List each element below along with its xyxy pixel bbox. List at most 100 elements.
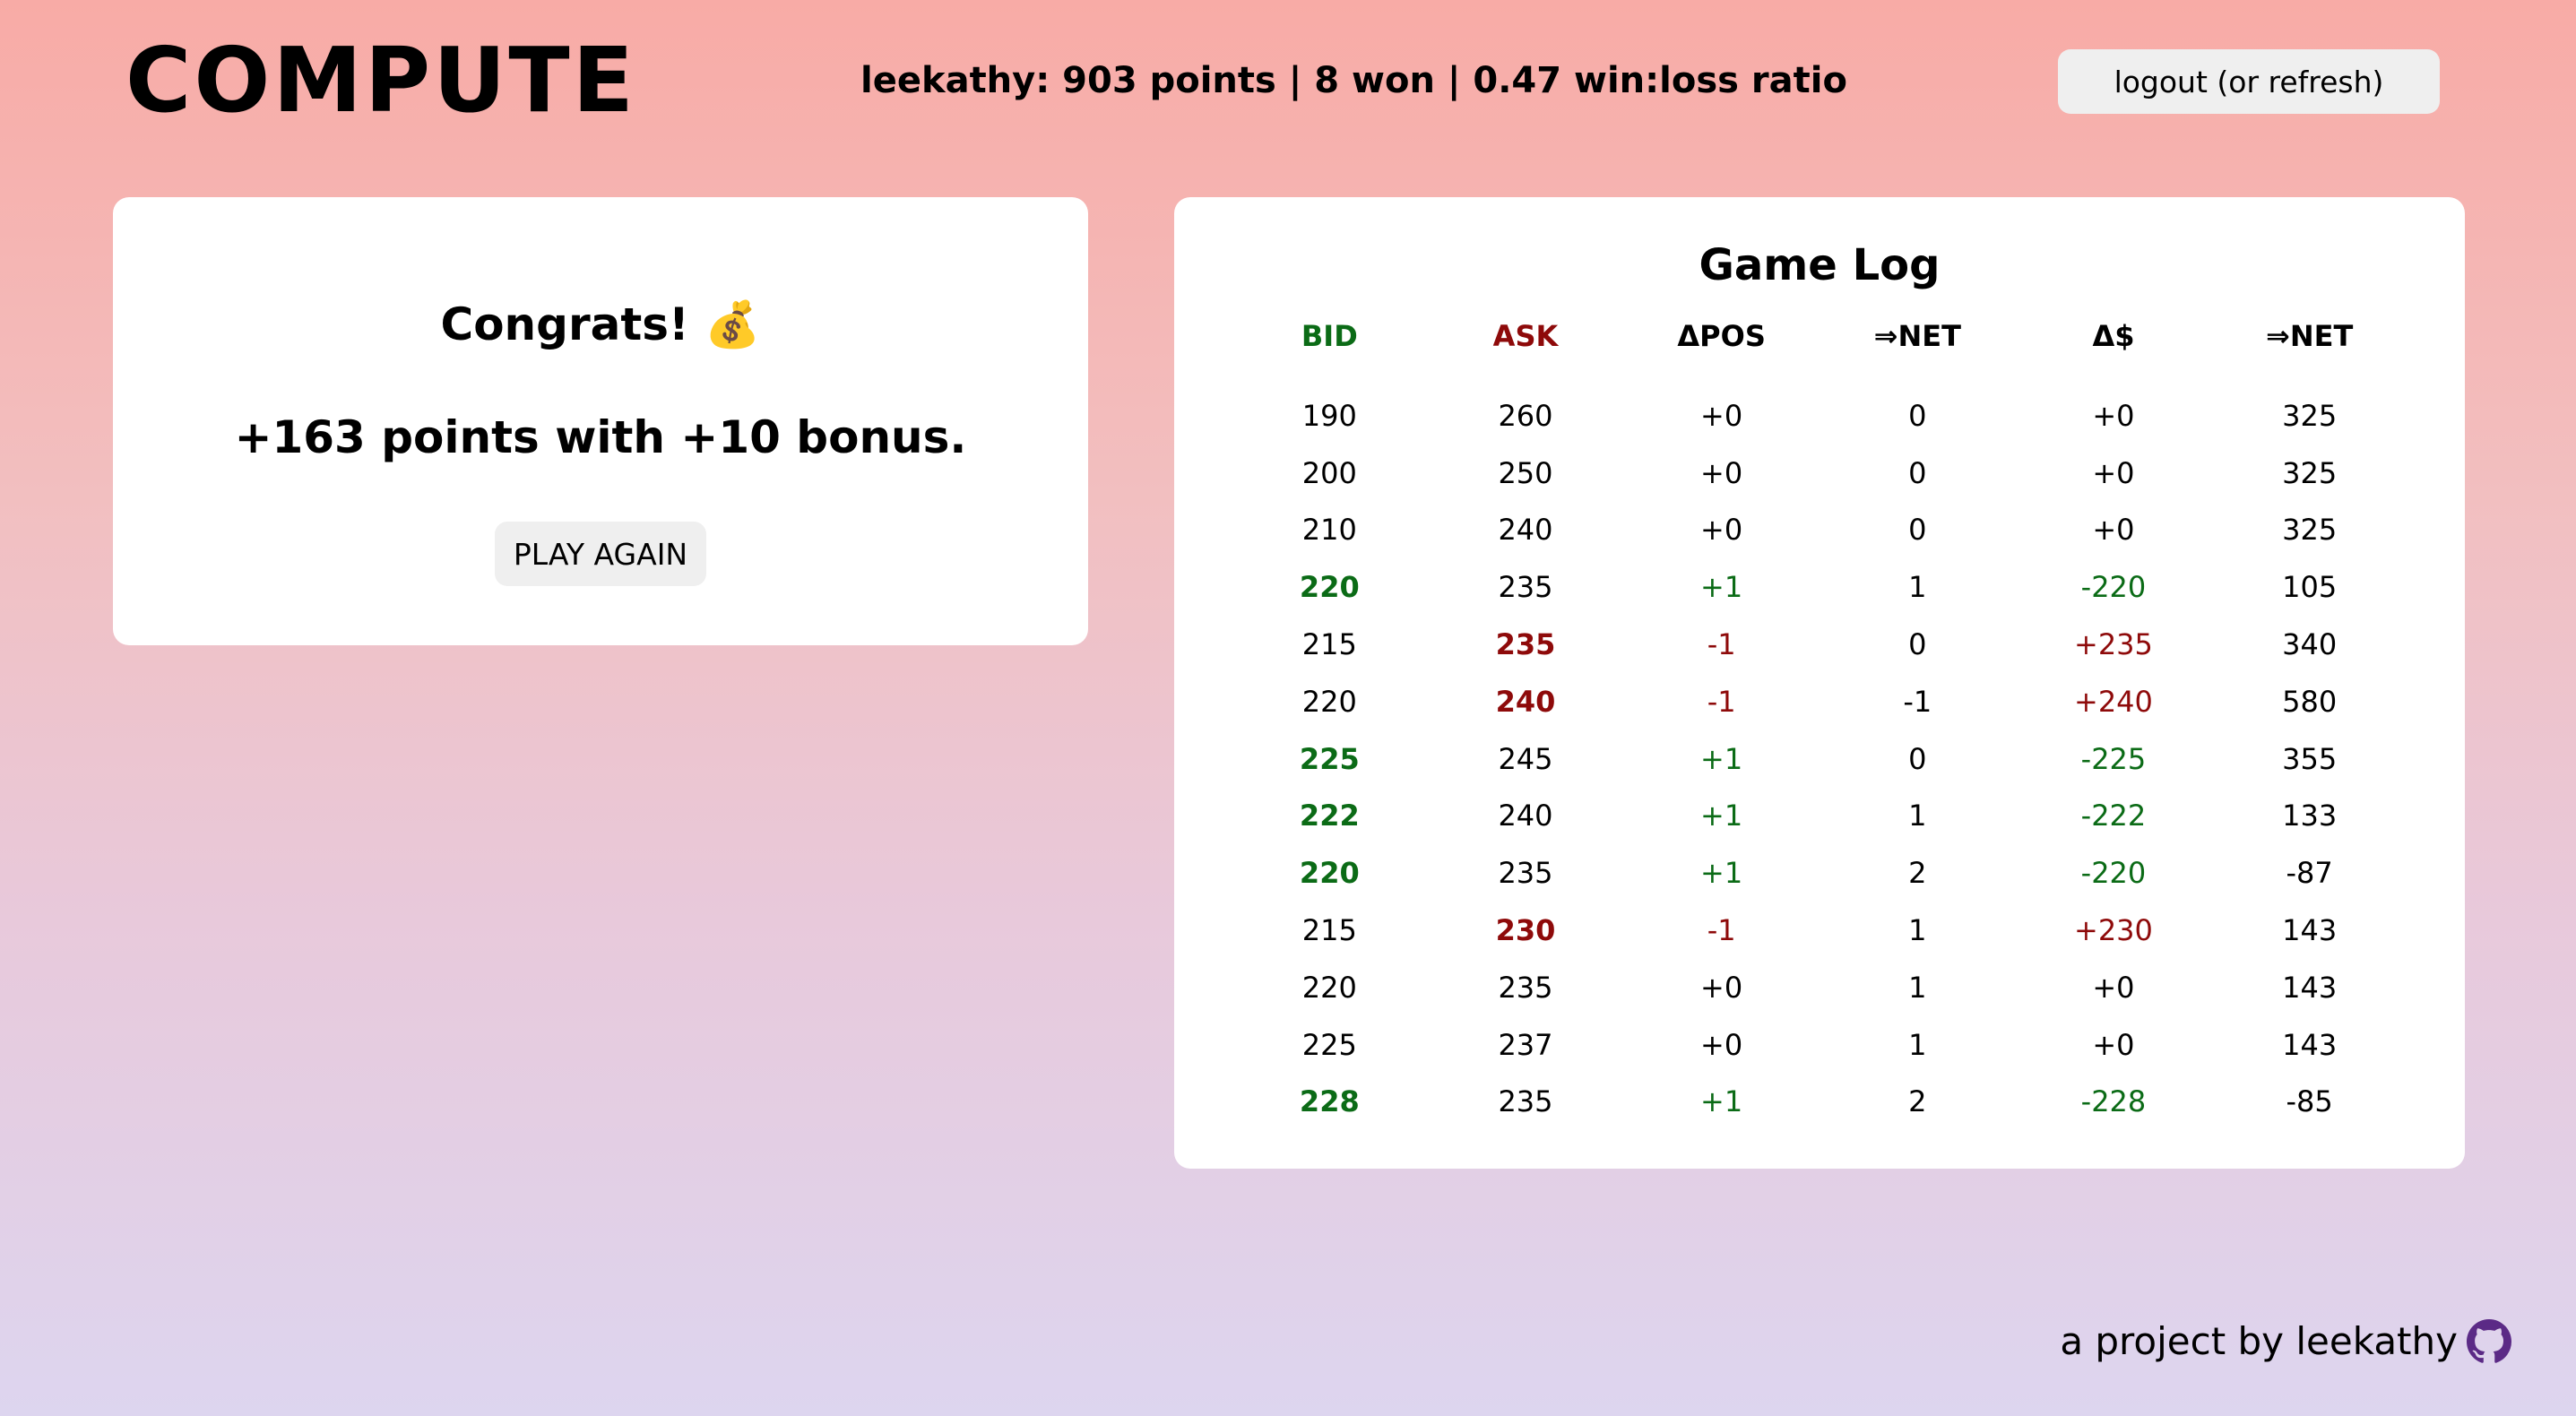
net-position-cell: 0	[1908, 455, 1927, 490]
net-cash-cell: 355	[2282, 741, 2338, 776]
game-log-card: Game Log BID ASK ΔPOS ⇒NET Δ$ ⇒NET 190 26…	[1174, 197, 2465, 1169]
ask-cell: 240	[1498, 799, 1553, 833]
delta-cash-cell: +0	[2092, 1027, 2135, 1062]
bid-cell: 215	[1301, 913, 1357, 948]
delta-cash-cell: -220	[2080, 570, 2147, 605]
delta-position-cell: +1	[1700, 1084, 1743, 1119]
bid-cell: 200	[1301, 455, 1357, 490]
delta-cash-cell: -225	[2080, 741, 2147, 776]
net-cash-cell: 133	[2282, 799, 2338, 833]
column-header-delta-cash: Δ$	[2092, 319, 2135, 353]
play-again-button[interactable]: PLAY AGAIN	[495, 522, 706, 586]
net-position-cell: -1	[1903, 684, 1932, 719]
net-cash-cell: 325	[2282, 513, 2338, 548]
delta-position-cell: +1	[1700, 799, 1743, 833]
net-cash-cell: -85	[2286, 1084, 2333, 1119]
game-log-row: 215 235 -1 0 +235 340	[1232, 616, 2407, 673]
delta-position-cell: -1	[1707, 627, 1736, 662]
ask-cell: 235	[1498, 856, 1553, 891]
bid-cell: 220	[1301, 970, 1357, 1005]
delta-cash-cell: +230	[2074, 913, 2153, 948]
game-log-row: 220 235 +1 2 -220 -87	[1232, 844, 2407, 902]
delta-cash-cell: -222	[2080, 799, 2147, 833]
delta-cash-cell: +0	[2092, 398, 2135, 433]
bid-cell: 222	[1299, 799, 1360, 833]
app-title: COMPUTE	[125, 28, 636, 133]
delta-position-cell: +1	[1700, 856, 1743, 891]
net-cash-cell: 325	[2282, 455, 2338, 490]
congrats-message: Congrats! 💰	[440, 298, 761, 350]
net-cash-cell: 105	[2282, 570, 2338, 605]
game-log-row: 225 245 +1 0 -225 355	[1232, 730, 2407, 788]
game-log-row: 228 235 +1 2 -228 -85	[1232, 1074, 2407, 1131]
game-log-row: 225 237 +0 1 +0 143	[1232, 1016, 2407, 1074]
net-cash-cell: 325	[2282, 398, 2338, 433]
delta-cash-cell: +235	[2074, 627, 2153, 662]
ask-cell: 230	[1495, 913, 1556, 948]
ask-cell: 235	[1498, 570, 1553, 605]
ask-cell: 235	[1498, 1084, 1553, 1119]
column-header-ask: ASK	[1492, 319, 1559, 353]
game-log-row: 222 240 +1 1 -222 133	[1232, 788, 2407, 845]
net-position-cell: 0	[1908, 513, 1927, 548]
bid-cell: 228	[1299, 1084, 1360, 1119]
net-cash-cell: 580	[2282, 684, 2338, 719]
delta-cash-cell: +0	[2092, 513, 2135, 548]
delta-position-cell: +0	[1700, 513, 1743, 548]
column-header-delta-position: ΔPOS	[1677, 319, 1766, 353]
net-cash-cell: 340	[2282, 627, 2338, 662]
delta-cash-cell: +0	[2092, 970, 2135, 1005]
ask-cell: 240	[1495, 684, 1556, 719]
delta-cash-cell: -220	[2080, 856, 2147, 891]
points-earned: +163 points with +10 bonus.	[234, 411, 967, 463]
delta-position-cell: +0	[1700, 1027, 1743, 1062]
delta-position-cell: +0	[1700, 970, 1743, 1005]
bid-cell: 220	[1299, 570, 1360, 605]
delta-cash-cell: +240	[2074, 684, 2153, 719]
net-position-cell: 1	[1908, 1027, 1927, 1062]
net-position-cell: 0	[1908, 741, 1927, 776]
ask-cell: 245	[1498, 741, 1553, 776]
github-icon[interactable]	[2467, 1319, 2511, 1364]
footer-credit: a project by leekathy	[2060, 1316, 2511, 1368]
net-position-cell: 1	[1908, 913, 1927, 948]
bid-cell: 225	[1299, 741, 1360, 776]
bid-cell: 215	[1301, 627, 1357, 662]
delta-position-cell: +0	[1700, 455, 1743, 490]
user-stats: leekathy: 903 points | 8 won | 0.47 win:…	[860, 60, 1847, 101]
net-position-cell: 1	[1908, 570, 1927, 605]
delta-position-cell: -1	[1707, 913, 1736, 948]
ask-cell: 240	[1498, 513, 1553, 548]
game-log-row: 215 230 -1 1 +230 143	[1232, 902, 2407, 959]
bid-cell: 190	[1301, 398, 1357, 433]
game-log-row: 220 235 +1 1 -220 105	[1232, 558, 2407, 616]
net-position-cell: 2	[1908, 1084, 1927, 1119]
net-cash-cell: 143	[2282, 970, 2338, 1005]
ask-cell: 250	[1498, 455, 1553, 490]
result-card: Congrats! 💰 +163 points with +10 bonus. …	[113, 197, 1088, 645]
delta-cash-cell: +0	[2092, 455, 2135, 490]
net-position-cell: 1	[1908, 970, 1927, 1005]
game-log-title: Game Log	[1699, 240, 1941, 290]
net-position-cell: 2	[1908, 856, 1927, 891]
net-position-cell: 0	[1908, 398, 1927, 433]
delta-cash-cell: -228	[2080, 1084, 2147, 1119]
game-log-body: 190 260 +0 0 +0 325 200 250 +0 0 +0 325 2 1 0 240 +0 0 +0 3…	[1232, 367, 2407, 1130]
game-log-row: 190 260 +0 0 +0 325	[1232, 367, 2407, 445]
ask-cell: 260	[1498, 398, 1553, 433]
net-cash-cell: 143	[2282, 1027, 2338, 1062]
game-log-table: BID ASK ΔPOS ⇒NET Δ$ ⇒NET 190 260 +0 0 +0 325…	[1232, 305, 2407, 1130]
game-log-row: 220 240 -1 -1 +240 580	[1232, 673, 2407, 730]
game-log-row: 210 240 +0 0 +0 325	[1232, 502, 2407, 559]
bid-cell: 220	[1299, 856, 1360, 891]
column-header-net-cash: ⇒NET	[2266, 319, 2354, 353]
bid-cell: 225	[1301, 1027, 1357, 1062]
delta-position-cell: +0	[1700, 398, 1743, 433]
ask-cell: 235	[1495, 627, 1556, 662]
delta-position-cell: +1	[1700, 570, 1743, 605]
logout-button[interactable]: logout (or refresh)	[2058, 49, 2440, 114]
net-cash-cell: 143	[2282, 913, 2338, 948]
column-header-net-position: ⇒NET	[1873, 319, 1961, 353]
game-log-header-row: BID ASK ΔPOS ⇒NET Δ$ ⇒NET	[1232, 305, 2407, 367]
footer-credit-text: a project by leekathy	[2060, 1319, 2458, 1363]
